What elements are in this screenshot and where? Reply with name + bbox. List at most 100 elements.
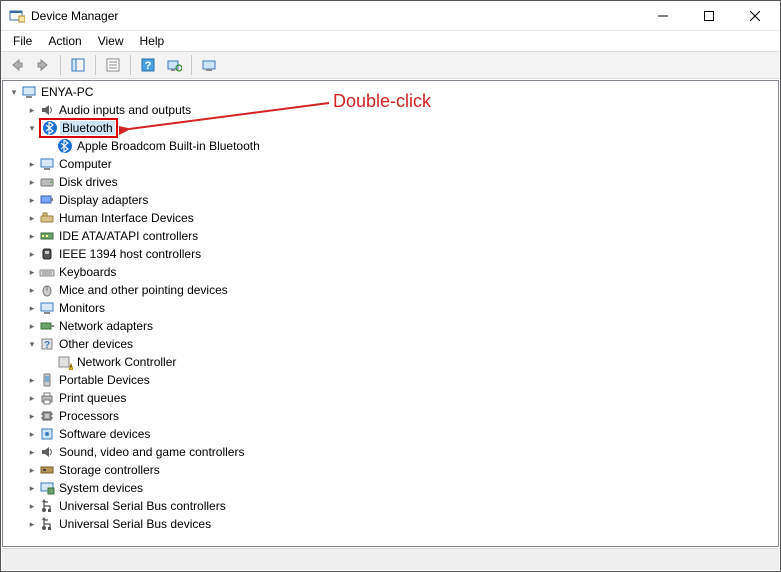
portable-device-icon — [39, 372, 55, 388]
menu-help[interactable]: Help — [132, 32, 173, 50]
tree-item-disk[interactable]: ▸ Disk drives — [3, 173, 778, 191]
tree-item-bluetooth-child[interactable]: Apple Broadcom Built-in Bluetooth — [3, 137, 778, 155]
menu-file[interactable]: File — [5, 32, 40, 50]
tree-item-portable[interactable]: ▸ Portable Devices — [3, 371, 778, 389]
toolbar-separator — [130, 55, 131, 75]
expander-icon[interactable]: ▸ — [25, 391, 39, 405]
help-button[interactable]: ? — [136, 54, 160, 76]
storage-controller-icon — [39, 462, 55, 478]
back-button[interactable] — [5, 54, 29, 76]
tree-item-keyboards[interactable]: ▸ Keyboards — [3, 263, 778, 281]
tree-item-network-adapters[interactable]: ▸ Network adapters — [3, 317, 778, 335]
unknown-device-icon: ? — [39, 336, 55, 352]
expander-icon[interactable]: ▸ — [25, 229, 39, 243]
tree-label: Universal Serial Bus devices — [57, 517, 213, 531]
expander-icon[interactable]: ▾ — [25, 337, 39, 351]
tree-item-bluetooth[interactable]: ▾ Bluetooth — [3, 119, 778, 137]
show-hidden-devices-button[interactable] — [197, 54, 221, 76]
expander-icon[interactable]: ▸ — [25, 409, 39, 423]
tree-item-usb-devices[interactable]: ▸ Universal Serial Bus devices — [3, 515, 778, 533]
keyboard-icon — [39, 264, 55, 280]
tree-label: Other devices — [57, 337, 135, 351]
expander-icon[interactable]: ▾ — [7, 85, 21, 99]
tree-label: Portable Devices — [57, 373, 152, 387]
forward-button[interactable] — [31, 54, 55, 76]
tree-item-display[interactable]: ▸ Display adapters — [3, 191, 778, 209]
maximize-button[interactable] — [686, 1, 732, 31]
expander-icon[interactable]: ▸ — [25, 319, 39, 333]
system-device-icon — [39, 480, 55, 496]
expander-icon[interactable]: ▸ — [25, 193, 39, 207]
minimize-button[interactable] — [640, 1, 686, 31]
menu-action[interactable]: Action — [40, 32, 89, 50]
tree-label: Keyboards — [57, 265, 118, 279]
tree-item-audio[interactable]: ▸ Audio inputs and outputs — [3, 101, 778, 119]
status-bar — [2, 548, 779, 570]
tree-item-storage[interactable]: ▸ Storage controllers — [3, 461, 778, 479]
expander-icon[interactable]: ▸ — [25, 157, 39, 171]
scan-hardware-button[interactable] — [162, 54, 186, 76]
hid-icon — [39, 210, 55, 226]
tree-label: Apple Broadcom Built-in Bluetooth — [75, 139, 262, 153]
tree-item-usb-controllers[interactable]: ▸ Universal Serial Bus controllers — [3, 497, 778, 515]
tree-item-processors[interactable]: ▸ Processors — [3, 407, 778, 425]
tree-item-other-devices[interactable]: ▾ ? Other devices — [3, 335, 778, 353]
expander-icon[interactable]: ▸ — [25, 211, 39, 225]
bluetooth-icon — [42, 120, 58, 136]
tree-item-other-child[interactable]: ! Network Controller — [3, 353, 778, 371]
tree-item-ieee1394[interactable]: ▸ IEEE 1394 host controllers — [3, 245, 778, 263]
network-adapter-icon — [39, 318, 55, 334]
properties-button[interactable] — [101, 54, 125, 76]
toolbar-separator — [95, 55, 96, 75]
expander-icon[interactable]: ▸ — [25, 463, 39, 477]
display-adapter-icon — [39, 192, 55, 208]
tree-label: Mice and other pointing devices — [57, 283, 230, 297]
usb-icon — [39, 498, 55, 514]
tree-root[interactable]: ▾ ENYA-PC — [3, 83, 778, 101]
expander-icon[interactable]: ▸ — [25, 517, 39, 531]
tree-label: Computer — [57, 157, 114, 171]
expander-icon[interactable]: ▸ — [25, 283, 39, 297]
expander-icon[interactable]: ▸ — [25, 499, 39, 513]
tree-item-monitors[interactable]: ▸ Monitors — [3, 299, 778, 317]
tree-item-mice[interactable]: ▸ Mice and other pointing devices — [3, 281, 778, 299]
expander-icon[interactable]: ▸ — [25, 373, 39, 387]
disk-icon — [39, 174, 55, 190]
tree-item-hid[interactable]: ▸ Human Interface Devices — [3, 209, 778, 227]
tree-label: Human Interface Devices — [57, 211, 196, 225]
show-hide-console-tree-button[interactable] — [66, 54, 90, 76]
tree-label: Sound, video and game controllers — [57, 445, 246, 459]
tree-label: Network Controller — [75, 355, 178, 369]
monitor-icon — [39, 300, 55, 316]
close-button[interactable] — [732, 1, 778, 31]
bluetooth-icon — [57, 138, 73, 154]
window-controls — [640, 1, 778, 31]
tree-label: Processors — [57, 409, 121, 423]
expander-icon[interactable]: ▸ — [25, 175, 39, 189]
monitor-icon — [39, 156, 55, 172]
title-bar: Device Manager — [1, 1, 780, 31]
menu-view[interactable]: View — [90, 32, 132, 50]
tree-item-software-devices[interactable]: ▸ Software devices — [3, 425, 778, 443]
expander-icon[interactable]: ▸ — [25, 445, 39, 459]
expander-icon[interactable]: ▸ — [25, 301, 39, 315]
expander-icon[interactable]: ▸ — [25, 247, 39, 261]
speaker-icon — [39, 102, 55, 118]
tree-item-print-queues[interactable]: ▸ Print queues — [3, 389, 778, 407]
mouse-icon — [39, 282, 55, 298]
tree-label: IDE ATA/ATAPI controllers — [57, 229, 200, 243]
window-title: Device Manager — [31, 9, 640, 23]
expander-icon[interactable]: ▸ — [25, 481, 39, 495]
expander-icon[interactable]: ▸ — [25, 265, 39, 279]
svg-text:?: ? — [44, 340, 50, 351]
tree-label: Network adapters — [57, 319, 155, 333]
tree-label: Monitors — [57, 301, 107, 315]
tree-item-sound[interactable]: ▸ Sound, video and game controllers — [3, 443, 778, 461]
device-tree[interactable]: ▾ ENYA-PC ▸ Audio inputs and outputs ▾ B… — [2, 80, 779, 547]
expander-icon[interactable]: ▸ — [25, 103, 39, 117]
expander-icon[interactable]: ▸ — [25, 427, 39, 441]
tree-item-computer[interactable]: ▸ Computer — [3, 155, 778, 173]
tree-item-system[interactable]: ▸ System devices — [3, 479, 778, 497]
expander-icon[interactable]: ▾ — [25, 121, 39, 135]
tree-item-ide[interactable]: ▸ IDE ATA/ATAPI controllers — [3, 227, 778, 245]
